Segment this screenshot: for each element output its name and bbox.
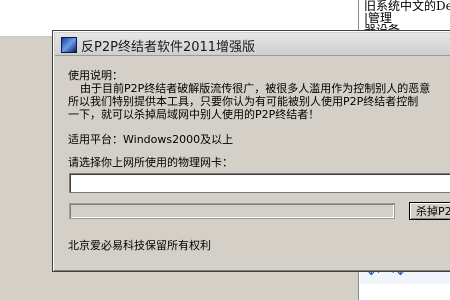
progress-bar [69, 203, 395, 219]
background-text-line: 旧系统中文的Dell [364, 0, 450, 12]
window-title: 反P2P终结者软件2011增强版 [81, 40, 256, 55]
usage-line: 由于目前P2P终结者破解版流传很广，被很多人滥用作为控制别人的恶意 [80, 82, 431, 95]
background-window-bottom [360, 284, 450, 300]
title-bar[interactable]: 反P2P终结者软件2011增强版 × [55, 33, 450, 56]
kill-p2p-button[interactable]: 杀掉P2P [409, 202, 450, 220]
network-card-select[interactable] [69, 173, 450, 193]
usage-heading: 使用说明： [68, 69, 123, 82]
platform-label: 适用平台：Windows2000及以上 [68, 133, 234, 146]
anti-p2p-dialog: 反P2P终结者软件2011增强版 × 使用说明： 由于目前P2P终结者破解版流传… [52, 30, 450, 272]
usage-line: 所以我们特别提供本工具，只要你认为有可能被别人使用P2P终结者控制 [68, 95, 419, 108]
nic-prompt-label: 请选择你上网所使用的物理网卡： [68, 156, 233, 169]
copyright-text: 北京爱必易科技保留所有权利 [68, 239, 211, 252]
app-icon [61, 37, 77, 53]
background-text-line: |管理 [364, 12, 393, 24]
usage-line: 一下，就可以杀掉局域网中别人使用的P2P终结者！ [68, 108, 320, 121]
close-button[interactable]: × [443, 36, 450, 52]
usage-description: 使用说明： 由于目前P2P终结者破解版流传很广，被很多人滥用作为控制别人的恶意 … [68, 69, 450, 121]
